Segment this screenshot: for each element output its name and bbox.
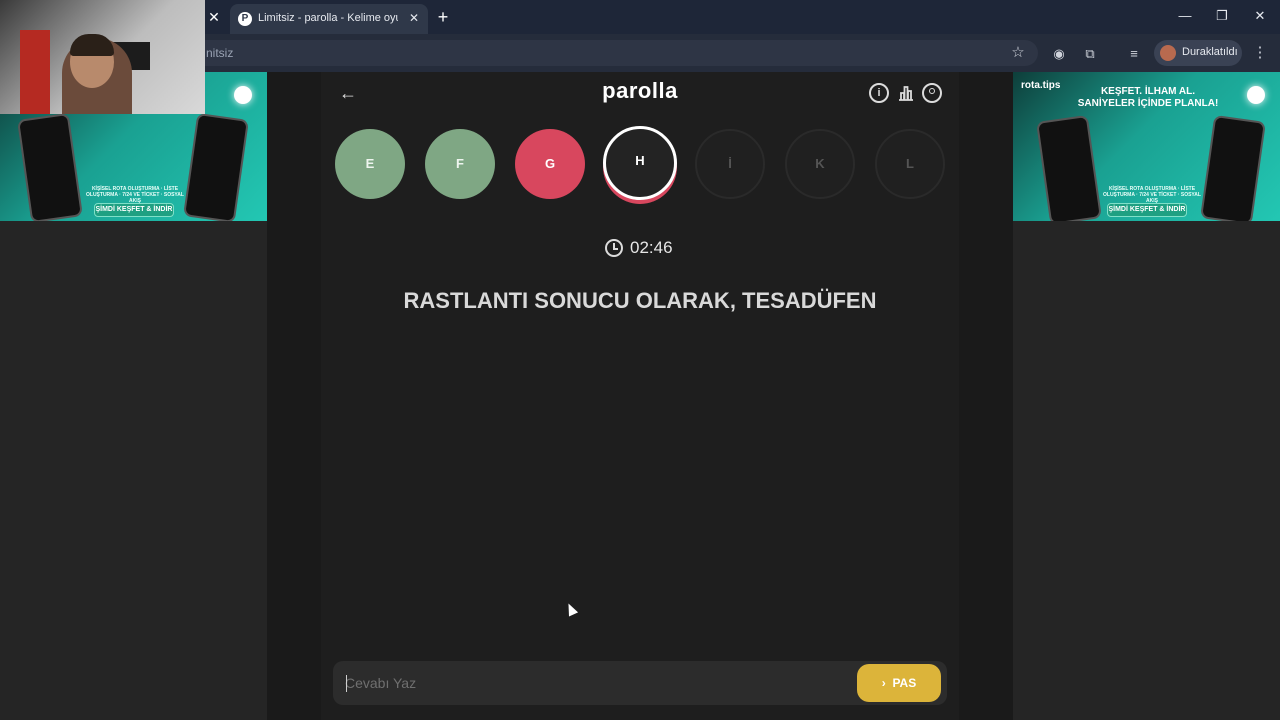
info-icon[interactable]: i <box>869 83 889 103</box>
profile-label: Duraklatıldı <box>1182 46 1238 58</box>
ad-phone-image <box>1200 114 1266 221</box>
clock-icon <box>605 239 623 257</box>
ad-small-text: KİŞİSEL ROTA OLUŞTURMA · LİSTE OLUŞTURMA… <box>86 186 184 204</box>
ad-brand: rota.tips <box>1021 80 1061 91</box>
parolla-favicon-icon: P <box>238 12 252 26</box>
avatar <box>1160 45 1176 61</box>
ad-cta-button[interactable]: ŞİMDİ KEŞFET & İNDİR <box>1107 203 1187 217</box>
ad-headline-1: KEŞFET. İLHAM AL. <box>1100 86 1196 97</box>
puzzle-extensions-icon[interactable]: ⧉ <box>1080 44 1100 64</box>
profile-button[interactable]: Duraklatıldı <box>1154 40 1242 66</box>
webcam-hair <box>70 34 114 56</box>
minimize-button[interactable]: — <box>1173 6 1197 26</box>
letter-circle: İ <box>695 129 765 199</box>
ad-light-icon <box>234 86 252 104</box>
extension-icon[interactable]: ◉ <box>1049 44 1069 64</box>
ad-light-icon <box>1247 86 1265 104</box>
ad-small-text: KİŞİSEL ROTA OLUŞTURMA · LİSTE OLUŞTURMA… <box>1103 186 1201 204</box>
chevron-right-icon: › <box>881 676 893 690</box>
browser-tab[interactable]: P Limitsiz - parolla - Kelime oyunu ✕ <box>230 4 428 34</box>
webcam-background-object <box>20 30 50 114</box>
right-gutter <box>959 72 1013 720</box>
ad-cta-button[interactable]: ŞİMDİ KEŞFET & İNDİR <box>94 203 174 217</box>
ad-phone-image <box>183 112 249 221</box>
ad-phone-image <box>1036 114 1102 221</box>
clue-text: RASTLANTI SONUCU OLARAK, TESADÜFEN <box>403 288 877 313</box>
pass-label: PAS <box>892 676 917 690</box>
url-text: nitsiz <box>206 46 234 60</box>
tab-close-button[interactable]: ✕ <box>406 9 422 27</box>
profile-icon[interactable] <box>922 83 942 103</box>
letter-circle: L <box>875 129 945 199</box>
letter-circle: G <box>515 129 585 199</box>
letter-circle: K <box>785 129 855 199</box>
letter-circle: E <box>335 129 405 199</box>
media-controls-icon[interactable]: ≡ <box>1124 44 1144 64</box>
menu-kebab-icon[interactable]: ⋮ <box>1252 43 1268 63</box>
letter-circle: F <box>425 129 495 199</box>
app-logo: parolla <box>602 78 678 103</box>
profile-head-icon <box>929 88 935 94</box>
ad-headline-2: SANİYELER İÇİNDE PLANLA! <box>1077 98 1219 109</box>
new-tab-button[interactable]: + <box>434 7 452 27</box>
text-caret <box>346 675 347 692</box>
stats-icon[interactable] <box>896 83 916 103</box>
tab-title: Limitsiz - parolla - Kelime oyunu <box>258 12 398 24</box>
bookmark-star-icon[interactable]: ☆ <box>1008 43 1028 63</box>
letter-circle-current: H <box>603 126 677 200</box>
close-window-button[interactable]: ✕ <box>1248 6 1272 26</box>
restore-button[interactable]: ❐ <box>1210 6 1234 26</box>
right-ad-banner[interactable]: rota.tips KEŞFET. İLHAM AL. SANİYELER İÇ… <box>1013 72 1280 221</box>
ad-phone-image <box>17 112 83 221</box>
back-arrow-icon[interactable]: ← <box>337 82 359 104</box>
close-tab-button[interactable]: ✕ <box>206 8 222 26</box>
pass-button[interactable]: › PAS <box>857 664 941 702</box>
webcam-overlay <box>0 0 205 114</box>
answer-input[interactable] <box>345 670 845 696</box>
timer: 02:46 <box>630 238 673 257</box>
left-gutter <box>267 72 321 720</box>
address-bar[interactable] <box>200 40 1038 66</box>
